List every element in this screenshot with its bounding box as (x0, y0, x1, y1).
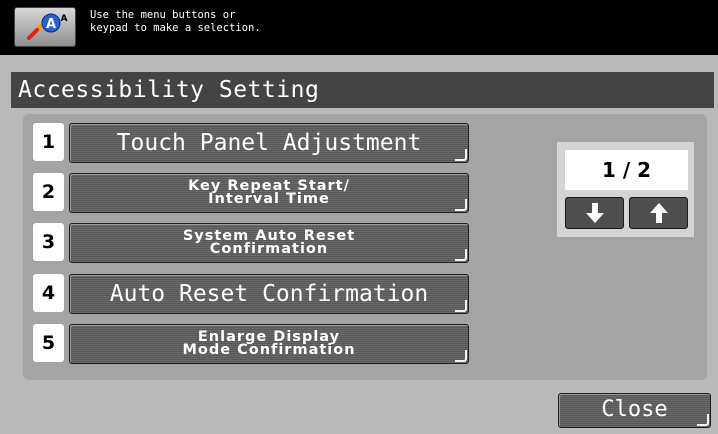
key-repeat-start-interval-button[interactable]: Key Repeat Start/ Interval Time (69, 173, 469, 213)
arrow-down-icon (586, 203, 604, 223)
screen-title-bar: Accessibility Setting (11, 72, 714, 108)
page-up-button[interactable] (629, 197, 688, 229)
close-button[interactable]: Close (558, 393, 711, 428)
instruction-message: Use the menu buttons or keypad to make a… (90, 9, 261, 34)
page-indicator: 1 / 2 (565, 150, 688, 190)
button-label: Key Repeat Start/ Interval Time (188, 178, 350, 207)
menu-number-1: 1 (33, 123, 64, 161)
accessibility-icon: A A (14, 7, 76, 47)
menu-number-2: 2 (33, 173, 64, 211)
page-down-button[interactable] (565, 197, 624, 229)
button-label: Enlarge Display Mode Confirmation (182, 329, 356, 358)
svg-text:A: A (46, 17, 56, 32)
menu-number-3: 3 (33, 223, 64, 261)
message-bar: A A Use the menu buttons or keypad to ma… (0, 0, 718, 55)
button-label: System Auto Reset Confirmation (182, 228, 356, 257)
touch-panel-adjustment-button[interactable]: Touch Panel Adjustment (69, 123, 469, 163)
page-title: Accessibility Setting (18, 77, 320, 103)
arrow-up-icon (650, 203, 668, 223)
button-label: Auto Reset Confirmation (109, 281, 429, 307)
system-auto-reset-confirmation-button[interactable]: System Auto Reset Confirmation (69, 223, 469, 263)
enlarge-display-mode-confirmation-button[interactable]: Enlarge Display Mode Confirmation (69, 324, 469, 364)
menu-number-5: 5 (33, 324, 64, 362)
svg-text:A: A (61, 14, 68, 24)
auto-reset-confirmation-button[interactable]: Auto Reset Confirmation (69, 274, 469, 314)
menu-number-4: 4 (33, 274, 64, 312)
button-label: Touch Panel Adjustment (116, 130, 422, 156)
pagination-panel: 1 / 2 (557, 142, 694, 237)
